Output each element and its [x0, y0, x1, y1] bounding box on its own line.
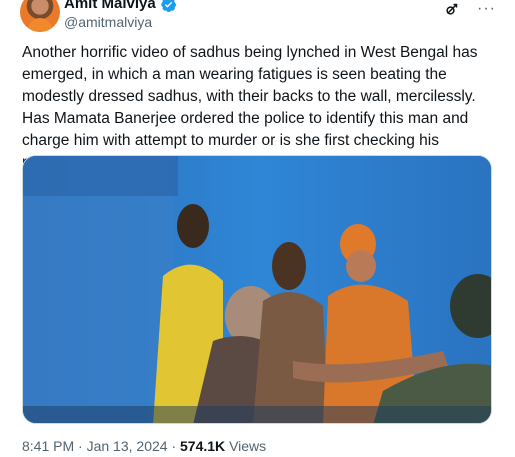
grok-icon[interactable]: [443, 0, 461, 18]
more-options-icon[interactable]: ···: [477, 1, 496, 17]
meta-separator: ·: [78, 438, 83, 454]
views-label: Views: [229, 438, 267, 454]
tweet: Amit Malviya @amitmalviya ··· Another ho…: [0, 0, 515, 457]
avatar[interactable]: [20, 0, 60, 32]
meta-separator: ·: [171, 438, 177, 454]
views-count[interactable]: 574.1K: [180, 438, 225, 454]
tweet-header: Amit Malviya @amitmalviya ···: [20, 0, 500, 32]
author-names: Amit Malviya @amitmalviya: [64, 0, 177, 31]
header-actions: ···: [443, 0, 496, 18]
tweet-meta: 8:41 PM · Jan 13, 2024 · 574.1K Views: [22, 437, 266, 455]
display-name[interactable]: Amit Malviya: [64, 0, 156, 13]
tweet-time[interactable]: 8:41 PM: [22, 438, 74, 454]
handle[interactable]: @amitmalviya: [64, 13, 177, 31]
tweet-video[interactable]: [22, 155, 492, 424]
tweet-date[interactable]: Jan 13, 2024: [87, 438, 168, 454]
name-row: Amit Malviya: [64, 0, 177, 13]
verified-badge-icon: [160, 0, 176, 12]
video-frame: [23, 156, 491, 423]
